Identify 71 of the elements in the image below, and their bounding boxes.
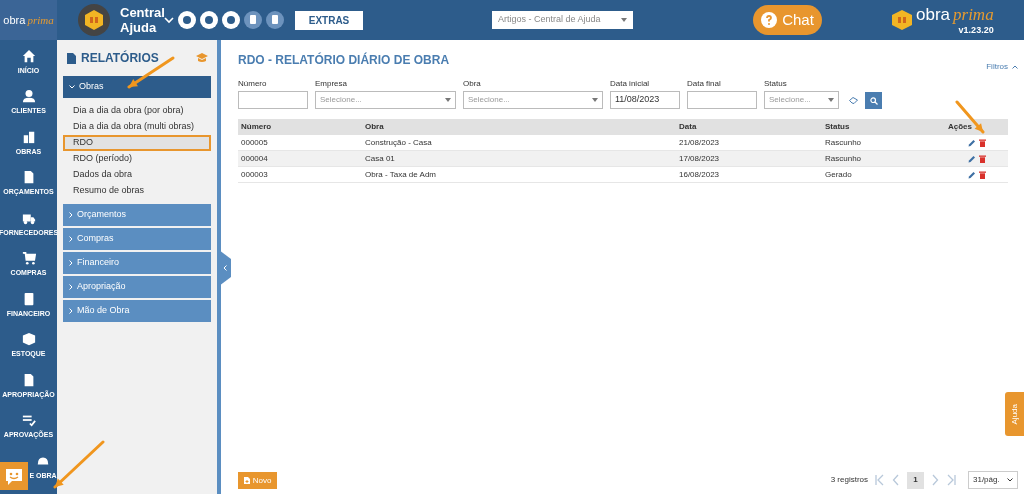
column-header: Número [241, 121, 272, 133]
page-size-select[interactable]: 31/pág. [968, 471, 1018, 489]
brand-logo: obra prima [916, 5, 994, 25]
table-cell: 16/08/2023 [679, 168, 720, 181]
article-select[interactable]: Artigos - Central de Ajuda [492, 11, 633, 29]
checklist-icon [21, 413, 36, 427]
cube-logo-icon [891, 9, 913, 31]
filter-label: Status [764, 78, 788, 90]
filter-label: Obra [463, 78, 482, 90]
page-button[interactable]: 1 [907, 471, 924, 489]
table-cell: Gerado [825, 168, 852, 181]
table-cell: Rascunho [825, 152, 862, 165]
home-icon [21, 48, 36, 63]
trash-icon[interactable] [978, 170, 986, 179]
table-cell: 000003 [241, 168, 268, 181]
page-title: RDO - RELATÓRIO DIÁRIO DE OBRA [238, 51, 450, 69]
report-link[interactable]: RDO [63, 135, 211, 151]
table-cell: 21/08/2023 [679, 136, 720, 149]
filter-label: Empresa [315, 78, 348, 90]
chat-widget-icon[interactable] [0, 462, 28, 490]
help-center-title[interactable]: Central Ajuda [120, 5, 164, 35]
chevron-down-icon [1007, 478, 1013, 482]
question-bubble-icon [761, 12, 778, 28]
trash-icon[interactable] [978, 154, 986, 163]
chevron-left-icon [223, 265, 227, 271]
input-field[interactable] [238, 91, 308, 109]
version-label: v1.23.20 [958, 25, 994, 35]
cube-logo-icon [78, 4, 110, 36]
caret-icon[interactable] [164, 16, 174, 24]
table-cell: Rascunho [825, 136, 862, 149]
phone-icon[interactable] [244, 11, 262, 29]
filter-label: Data inicial [610, 78, 651, 90]
report-link[interactable]: Dia a dia da obra (multi obras) [63, 119, 211, 135]
panel-title: RELATÓRIOS [81, 49, 159, 67]
document-plus-icon [243, 477, 250, 484]
search-button[interactable] [865, 92, 882, 109]
report-link[interactable]: RDO (período) [63, 151, 211, 167]
extras-button[interactable]: EXTRAS [295, 10, 363, 30]
trash-icon[interactable] [978, 138, 986, 147]
column-header: Data [679, 121, 697, 133]
report-link[interactable]: Dados da obra [63, 167, 211, 183]
column-header: Status [825, 121, 850, 133]
table-cell: Construção - Casa [365, 136, 432, 149]
chevron-right-icon [69, 308, 73, 314]
column-header: Ações [948, 121, 972, 133]
person-icon [21, 89, 36, 103]
record-count: 3 registros [830, 474, 868, 486]
table-cell: Obra - Taxa de Adm [365, 168, 436, 181]
input-field[interactable]: 11/08/2023 [610, 91, 680, 109]
table-cell: 000004 [241, 152, 268, 165]
document-icon [67, 52, 76, 64]
filters-toggle[interactable]: Filtros [986, 61, 1008, 73]
table-cell: 17/08/2023 [679, 152, 720, 165]
report-link[interactable]: Resumo de obras [63, 183, 211, 199]
chevron-down-icon [69, 85, 75, 89]
filter-label: Número [238, 78, 268, 90]
chevron-right-icon [69, 212, 73, 218]
buildings-icon [21, 129, 36, 144]
column-header: Obra [365, 121, 384, 133]
chevron-right-icon [69, 236, 73, 242]
section-header[interactable]: Obras [63, 76, 211, 98]
filter-label: Data final [687, 78, 722, 90]
report-link[interactable]: Dia a dia da obra (por obra) [63, 103, 211, 119]
chevron-right-icon [69, 284, 73, 290]
cart-icon [21, 251, 36, 265]
input-field[interactable] [687, 91, 757, 109]
table-cell: Casa 01 [365, 152, 395, 165]
chevron-right-icon [69, 260, 73, 266]
search-icon [869, 96, 878, 105]
chevron-up-icon[interactable] [1012, 65, 1018, 69]
table-cell: 000005 [241, 136, 268, 149]
